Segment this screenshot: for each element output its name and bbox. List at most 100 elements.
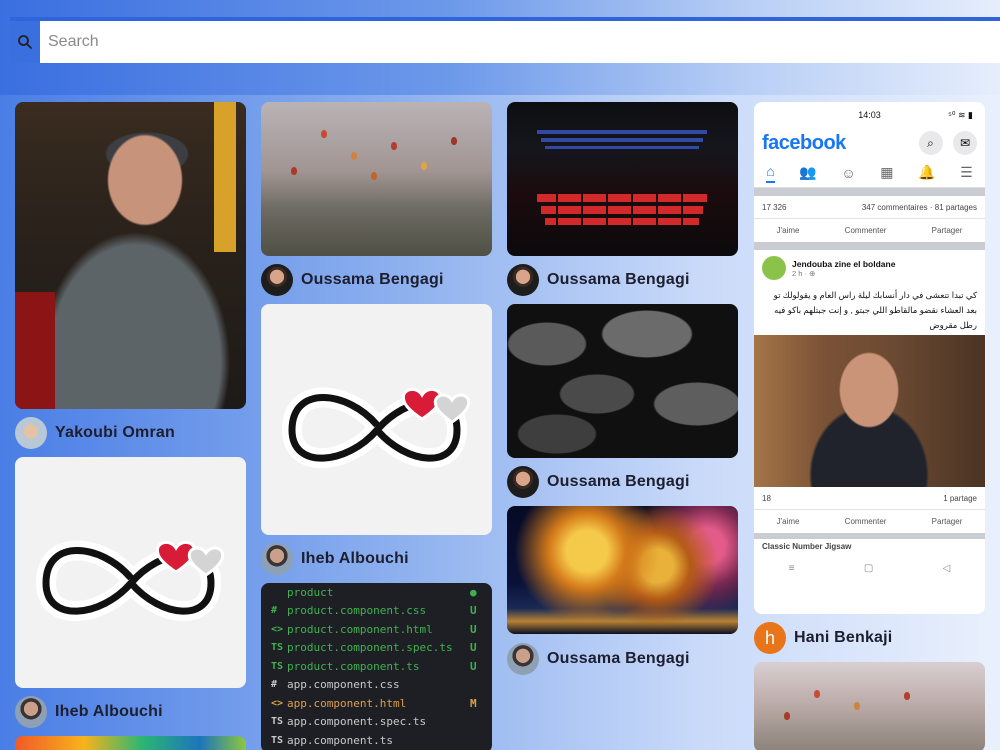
author-name: Oussama Bengagi	[547, 650, 690, 667]
keyboard-illustration	[537, 130, 707, 227]
photo-shares: 1 partage	[943, 493, 977, 503]
code-file-row: # product.component.css U	[261, 602, 492, 621]
pin-author[interactable]: Oussama Bengagi	[507, 458, 738, 506]
pin-image-infinity[interactable]	[15, 457, 246, 688]
pin-author[interactable]: Oussama Bengagi	[507, 634, 738, 684]
pin-author[interactable]: Iheb Albouchi	[15, 688, 246, 736]
pin-image-balloons[interactable]	[261, 102, 492, 256]
author-name: Yakoubi Omran	[55, 424, 175, 441]
code-file-row: # app.component.css	[261, 676, 492, 695]
author-avatar	[15, 417, 47, 449]
search-icon[interactable]	[10, 21, 40, 63]
comments-shares: 347 commentaires · 81 partages	[861, 202, 977, 212]
pin-author[interactable]: Iheb Albouchi	[261, 535, 492, 583]
pin-image-balloons[interactable]	[754, 662, 985, 750]
git-status: U	[470, 622, 477, 636]
file-name: app.component.ts	[287, 733, 393, 747]
code-file-row: <> product.component.html U	[261, 620, 492, 639]
menu-icon: ☰	[960, 164, 973, 180]
pin-image-code-explorer[interactable]: product ● # product.component.css U <> produ…	[261, 583, 492, 750]
git-status: M	[470, 696, 477, 710]
file-name: product.component.css	[287, 604, 427, 618]
photo-stats: 18 1 partage	[754, 487, 985, 509]
pin-author[interactable]: Oussama Bengagi	[507, 256, 738, 304]
facebook-nav: ⌂ 👥 ☺ ▦ 🔔 ☰	[754, 158, 985, 188]
file-icon: <>	[271, 697, 284, 709]
search-input[interactable]	[40, 21, 1000, 63]
bell-icon: 🔔	[918, 164, 936, 180]
balloon-icon	[421, 162, 427, 170]
pin-author[interactable]: Oussama Bengagi	[261, 256, 492, 304]
balloon-icon	[371, 172, 377, 180]
file-name: product.component.spec.ts	[287, 641, 453, 655]
infinity-heart-icon	[281, 387, 470, 468]
next-post-title: Classic Number Jigsaw	[762, 541, 852, 551]
author-name: Iheb Albouchi	[301, 550, 409, 567]
code-file-row: product ●	[261, 583, 492, 602]
friends-icon: 👥	[799, 164, 817, 180]
pin-author[interactable]: h Hani Benkaji	[754, 614, 985, 662]
author-avatar	[261, 543, 293, 575]
recent-apps-icon: ≡	[788, 562, 795, 574]
pin-image-detail	[214, 102, 236, 252]
code-file-row: TS app.component.spec.ts	[261, 713, 492, 732]
infinity-heart-icon	[35, 540, 224, 621]
file-icon: TS	[271, 734, 284, 746]
file-icon: #	[271, 605, 278, 617]
home-button-icon: ▢	[863, 562, 874, 574]
author-name: Oussama Bengagi	[547, 271, 690, 288]
file-icon: TS	[271, 660, 284, 672]
groups-icon: ☺	[841, 164, 856, 181]
post-text: كي تبدا تتعشى في دار أنسابك ليلة راس الع…	[773, 290, 977, 330]
pin-author[interactable]: Yakoubi Omran	[15, 409, 246, 457]
author-name: Oussama Bengagi	[301, 271, 444, 288]
comment-action: Commenter	[844, 517, 887, 526]
code-file-row: TS product.component.ts U	[261, 657, 492, 676]
post-stats: 17 326 347 commentaires · 81 partages	[754, 196, 985, 218]
facebook-header: facebook ⌕ ✉	[754, 128, 985, 158]
facebook-logo: facebook	[762, 131, 846, 154]
post-actions: J'aime Commenter Partager	[754, 218, 985, 242]
phone-status-icons: ⁵⁰ ≋ ▮	[948, 109, 973, 120]
pin-image-fireworks[interactable]	[507, 506, 738, 634]
phone-time: 14:03	[858, 110, 881, 120]
pin-image-colorful[interactable]	[15, 736, 246, 750]
file-name: app.component.spec.ts	[287, 715, 427, 729]
back-icon: ◁	[942, 562, 951, 574]
code-file-list: product ● # product.component.css U <> produ…	[261, 583, 492, 750]
pin-image-detail	[15, 292, 55, 409]
pin-column-1: Yakoubi Omran Iheb Albouchi	[15, 102, 246, 750]
file-name: product	[287, 585, 334, 599]
author-avatar	[507, 643, 539, 675]
file-name: app.component.html	[287, 696, 407, 710]
git-status: U	[470, 604, 477, 618]
share-action: Partager	[931, 517, 963, 526]
feed-separator	[754, 242, 985, 250]
pin-column-2: Oussama Bengagi Iheb Albouchi product ● #…	[261, 102, 492, 750]
like-action: J'aime	[776, 517, 800, 526]
balloon-icon	[784, 712, 790, 720]
pin-image-portrait[interactable]	[15, 102, 246, 409]
balloon-icon	[291, 167, 297, 175]
page-name: Jendouba zine el boldane	[792, 258, 896, 269]
feed-separator	[754, 188, 985, 196]
code-file-row: TS product.component.spec.ts U	[261, 639, 492, 658]
marketplace-icon: ▦	[880, 164, 894, 180]
pin-column-4: 14:03 ⁵⁰ ≋ ▮ facebook ⌕ ✉ ⌂ 👥 ☺ ▦ 🔔 ☰ 17…	[754, 102, 985, 750]
code-file-row: <> app.component.html M	[261, 694, 492, 713]
pin-column-3: Oussama Bengagi Oussama Bengagi Oussama …	[507, 102, 738, 684]
git-status: U	[470, 641, 477, 655]
post-header: Jendouba zine el boldane 2 h · ⊕	[754, 250, 985, 286]
phone-nav-bar: ≡ ▢ ◁	[754, 553, 985, 583]
author-name: Hani Benkaji	[794, 629, 893, 646]
pin-image-infinity[interactable]	[261, 304, 492, 535]
post-time: 2 h · ⊕	[792, 268, 816, 278]
pin-image-facebook-screenshot[interactable]: 14:03 ⁵⁰ ≋ ▮ facebook ⌕ ✉ ⌂ 👥 ☺ ▦ 🔔 ☰ 17…	[754, 102, 985, 614]
pin-image-leaves[interactable]	[507, 304, 738, 458]
balloon-icon	[904, 692, 910, 700]
file-icon: TS	[271, 716, 284, 728]
pin-image-keyboard[interactable]	[507, 102, 738, 256]
author-avatar	[507, 264, 539, 296]
page-avatar	[762, 256, 786, 280]
file-name: product.component.ts	[287, 659, 420, 673]
